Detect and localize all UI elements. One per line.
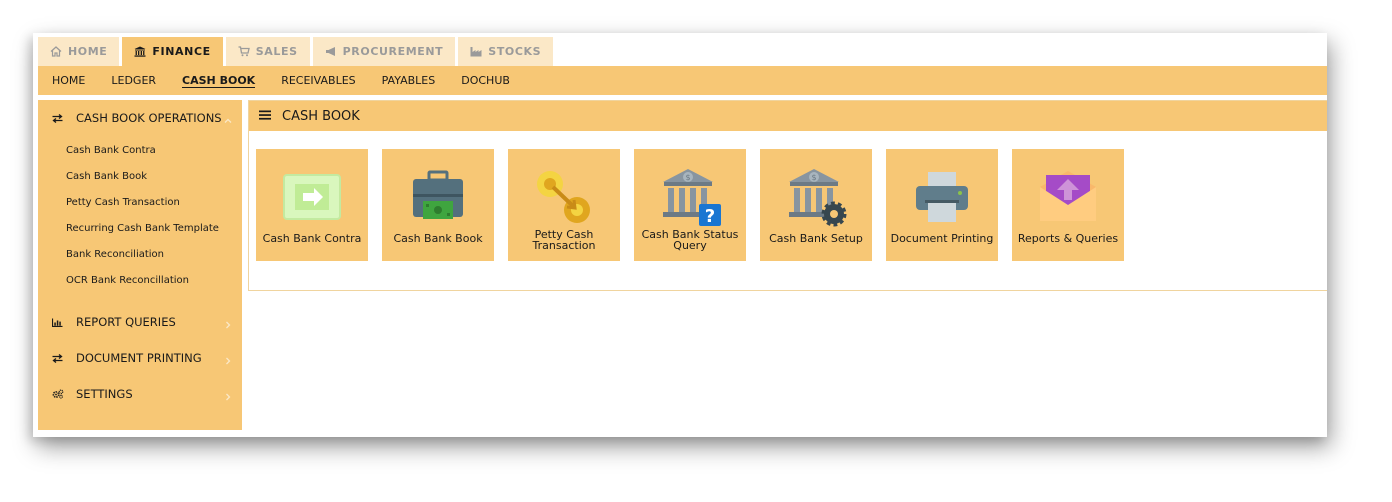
cogs-icon	[52, 389, 64, 399]
coin-transfer-icon	[532, 165, 596, 229]
sidebar: CASH BOOK OPERATIONS Cash Bank Contra Ca…	[38, 100, 242, 430]
sidebar-item-cash-bank-contra[interactable]: Cash Bank Contra	[38, 138, 242, 164]
chevron-right-icon[interactable]	[224, 388, 232, 406]
megaphone-icon	[325, 46, 337, 57]
cash-register-icon	[406, 165, 470, 229]
bank-query-icon: $?	[658, 165, 722, 229]
bar-chart-icon	[52, 318, 64, 327]
tab-stocks[interactable]: STOCKS	[458, 37, 554, 66]
sidebar-section-settings[interactable]: SETTINGS	[38, 376, 242, 412]
chevron-right-icon[interactable]	[224, 352, 232, 370]
tile-cash-bank-contra[interactable]: Cash Bank Contra	[256, 149, 368, 261]
tab-home[interactable]: HOME	[38, 37, 120, 66]
tab-sales-label: SALES	[255, 45, 298, 58]
svg-text:$: $	[811, 173, 816, 182]
tile-petty-cash-transaction[interactable]: Petty Cash Transaction	[508, 149, 620, 261]
factory-icon	[470, 46, 482, 57]
cart-icon	[238, 46, 250, 57]
sidebar-section-report-queries[interactable]: REPORT QUERIES	[38, 304, 242, 340]
panel-header: CASH BOOK	[249, 101, 1327, 131]
sidebar-section-label: SETTINGS	[76, 387, 133, 401]
subnav-cash-book[interactable]: CASH BOOK	[182, 73, 256, 88]
tile-label: Cash Bank Book	[393, 232, 483, 245]
tab-finance-label: FINANCE	[152, 45, 211, 58]
sub-nav: HOME LEDGER CASH BOOK RECEIVABLES PAYABL…	[38, 66, 1327, 95]
hamburger-menu-icon[interactable]	[259, 107, 271, 125]
tab-procurement[interactable]: PROCUREMENT	[312, 37, 456, 66]
sidebar-item-ocr-bank-reconcillation[interactable]: OCR Bank Reconcillation	[38, 268, 242, 294]
sidebar-section-label: CASH BOOK OPERATIONS	[76, 111, 222, 125]
bank-icon	[134, 46, 146, 57]
home-icon	[50, 46, 62, 57]
contra-arrow-icon	[280, 165, 344, 229]
tile-label: Petty Cash Transaction	[532, 228, 596, 252]
tile-cash-bank-status-query[interactable]: $? Cash Bank Status Query	[634, 149, 746, 261]
sidebar-item-cash-bank-book[interactable]: Cash Bank Book	[38, 164, 242, 190]
printer-icon	[910, 165, 974, 229]
report-envelope-icon	[1036, 165, 1100, 229]
sidebar-item-bank-reconciliation[interactable]: Bank Reconciliation	[38, 242, 242, 268]
sidebar-section-label: DOCUMENT PRINTING	[76, 351, 202, 365]
tile-label: Document Printing	[890, 232, 994, 245]
bank-setup-icon: $	[784, 165, 848, 229]
svg-text:?: ?	[705, 206, 715, 227]
app-window: HOME FINANCE SALES PROCUREMENT STOCKS HO…	[33, 33, 1327, 437]
module-tabs: HOME FINANCE SALES PROCUREMENT STOCKS	[38, 37, 554, 66]
tile-label: Cash Bank Status Query	[641, 228, 739, 252]
tab-finance[interactable]: FINANCE	[122, 37, 223, 66]
tile-document-printing[interactable]: Document Printing	[886, 149, 998, 261]
sidebar-item-petty-cash-transaction[interactable]: Petty Cash Transaction	[38, 190, 242, 216]
sidebar-section-cash-book-operations[interactable]: CASH BOOK OPERATIONS	[38, 100, 242, 136]
panel-title: CASH BOOK	[282, 108, 360, 124]
tab-stocks-label: STOCKS	[488, 45, 542, 58]
subnav-home[interactable]: HOME	[52, 73, 85, 88]
exchange-icon	[52, 113, 64, 123]
chevron-up-icon[interactable]	[224, 112, 232, 130]
subnav-payables[interactable]: PAYABLES	[382, 73, 436, 88]
tab-home-label: HOME	[68, 45, 108, 58]
subnav-dochub[interactable]: DOCHUB	[461, 73, 510, 88]
sidebar-links: Cash Bank Contra Cash Bank Book Petty Ca…	[38, 136, 242, 294]
tab-sales[interactable]: SALES	[225, 37, 310, 66]
tab-procurement-label: PROCUREMENT	[342, 45, 444, 58]
tile-label: Reports & Queries	[1017, 232, 1119, 245]
subnav-ledger[interactable]: LEDGER	[111, 73, 156, 88]
sidebar-section-document-printing[interactable]: DOCUMENT PRINTING	[38, 340, 242, 376]
tile-cash-bank-book[interactable]: Cash Bank Book	[382, 149, 494, 261]
svg-text:$: $	[685, 173, 690, 182]
tile-grid: Cash Bank Contra Cash Bank Book Petty Ca…	[256, 149, 1124, 261]
tile-label: Cash Bank Setup	[769, 232, 863, 245]
cash-book-panel: CASH BOOK Cash Bank Contra Cash Bank Boo…	[248, 100, 1327, 291]
subnav-receivables[interactable]: RECEIVABLES	[281, 73, 355, 88]
tile-cash-bank-setup[interactable]: $ Cash Bank Setup	[760, 149, 872, 261]
chevron-right-icon[interactable]	[224, 316, 232, 334]
sidebar-section-label: REPORT QUERIES	[76, 315, 176, 329]
tile-reports-queries[interactable]: Reports & Queries	[1012, 149, 1124, 261]
exchange-icon	[52, 353, 64, 363]
tile-label: Cash Bank Contra	[262, 232, 362, 245]
sidebar-item-recurring-template[interactable]: Recurring Cash Bank Template	[38, 216, 242, 242]
